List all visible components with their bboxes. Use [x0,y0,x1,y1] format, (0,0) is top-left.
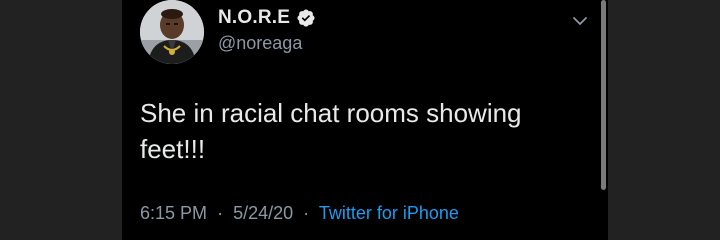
tweet-meta: 6:15 PM · 5/24/20 · Twitter for iPhone [140,203,459,224]
user-handle[interactable]: @noreaga [218,33,302,54]
verified-badge-icon [297,9,315,27]
display-name[interactable]: N.O.R.E [218,7,290,29]
name-row: N.O.R.E [218,6,316,30]
tweet-text-line: feet!!! [140,134,206,164]
meta-separator: · [303,203,310,223]
tweet-text: She in racial chat rooms showing feet!!! [140,95,580,167]
tweet-time[interactable]: 6:15 PM [140,203,207,223]
meta-separator: · [217,203,224,223]
chevron-down-icon[interactable] [570,11,590,31]
avatar-photo [140,0,204,64]
tweet-card: N.O.R.E @noreaga She in racial chat room… [122,0,608,240]
scrollbar-thumb[interactable] [601,0,606,190]
tweet-text-line: She in racial chat rooms showing [140,98,522,128]
tweet-date[interactable]: 5/24/20 [233,203,293,223]
tweet-source-link[interactable]: Twitter for iPhone [319,203,459,223]
avatar[interactable] [140,0,204,64]
